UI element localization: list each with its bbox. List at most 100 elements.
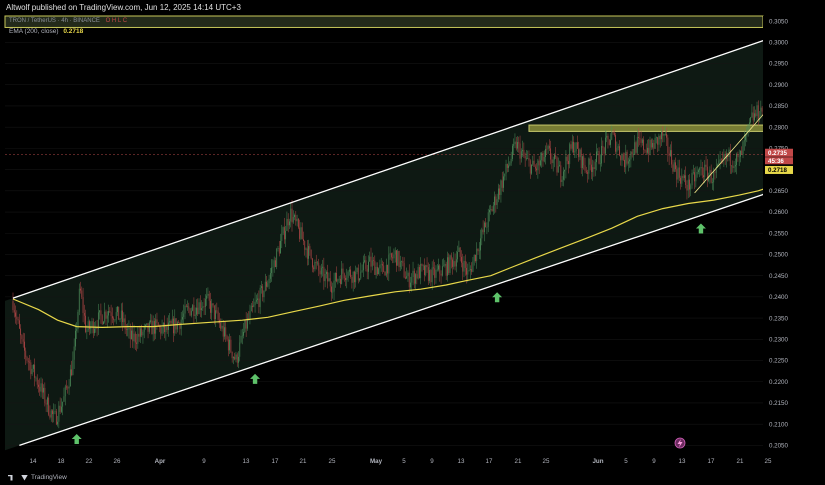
candle-body: [297, 218, 299, 228]
candle-body: [472, 261, 474, 272]
candle-body: [89, 321, 90, 329]
candle-body: [179, 322, 181, 329]
candle-body: [556, 157, 558, 173]
price-tick-label: 0.2200: [769, 379, 788, 386]
candle-body: [380, 264, 382, 265]
candle-body: [491, 209, 493, 212]
price-tick-label: 0.2850: [769, 103, 788, 110]
candle-body: [760, 107, 762, 118]
tradingview-logo-icon: [8, 474, 13, 481]
candle-body: [318, 262, 320, 271]
time-tick-label: 21: [300, 458, 307, 465]
candle-body: [528, 158, 530, 161]
candle-body: [453, 261, 455, 267]
candle-body: [178, 322, 180, 323]
ema-legend[interactable]: EMA (200, close) 0.2718: [9, 28, 83, 35]
candle-body: [522, 149, 523, 152]
candle-body: [355, 271, 357, 283]
candle-body: [529, 160, 531, 174]
candle-body: [16, 316, 18, 320]
candle-body: [452, 259, 453, 267]
tradingview-logo[interactable]: TradingView: [8, 474, 67, 481]
candle-body: [67, 387, 69, 389]
candle-body: [461, 256, 462, 263]
candle-body: [421, 263, 423, 266]
candle-body: [320, 267, 322, 275]
candle-body: [659, 135, 661, 140]
candle-body: [176, 322, 178, 330]
candle-body: [495, 196, 497, 206]
candle-body: [343, 273, 345, 278]
candle-body: [280, 240, 281, 254]
candle-body: [309, 246, 311, 250]
time-tick-label: 5: [624, 458, 628, 465]
candle-body: [290, 208, 292, 222]
candle-body: [621, 154, 623, 161]
candle-body: [624, 159, 625, 168]
candle-body: [569, 144, 571, 165]
candle-body: [573, 141, 574, 153]
candle-body: [63, 396, 65, 402]
candle-body: [462, 262, 464, 272]
candle-body: [738, 156, 740, 158]
candle-body: [258, 298, 260, 308]
time-tick-label: 14: [30, 458, 37, 465]
candle-body: [634, 142, 636, 155]
candle-body: [226, 336, 228, 340]
candle-body: [379, 264, 381, 269]
candle-body: [416, 274, 418, 279]
candle-body: [104, 311, 106, 322]
candle-body: [384, 271, 386, 276]
candle-body: [615, 135, 616, 152]
candle-body: [645, 150, 647, 153]
candle-body: [547, 145, 549, 150]
time-tick-label: 22: [86, 458, 93, 465]
candle-body: [649, 139, 651, 154]
candle-body: [407, 272, 409, 277]
candle-body: [541, 152, 543, 161]
candle-body: [690, 185, 692, 190]
price-chart[interactable]: 0.3050 0.3000 0.2950 0.2900 0.2850 0.2800 0.27…: [0, 0, 825, 485]
candle-body: [740, 150, 741, 157]
candle-body: [385, 264, 387, 276]
candle-body: [714, 172, 716, 174]
candle-body: [76, 328, 78, 331]
candle-body: [317, 262, 318, 264]
candle-body: [755, 113, 757, 117]
candle-body: [458, 247, 460, 252]
candle-body: [278, 248, 280, 254]
candle-body: [505, 163, 507, 174]
price-tick-label: 0.2500: [769, 252, 788, 259]
candle-body: [571, 141, 573, 149]
candle-body: [162, 322, 164, 328]
candle-body: [467, 270, 469, 275]
candle-body: [610, 139, 611, 145]
candle-body: [434, 268, 436, 278]
candle-body: [312, 258, 313, 268]
price-tick-label: 0.2400: [769, 294, 788, 301]
candle-body: [594, 162, 596, 170]
candle-body: [17, 319, 19, 321]
candle-body: [13, 310, 15, 313]
time-tick-label: 21: [737, 458, 744, 465]
candle-body: [72, 359, 74, 376]
candle-body: [534, 166, 536, 169]
candle-body: [732, 165, 734, 168]
candle-body: [602, 146, 604, 148]
candle-body: [296, 218, 298, 222]
candle-body: [499, 188, 501, 195]
candle-body: [333, 280, 335, 292]
candle-body: [682, 175, 684, 178]
candle-body: [49, 414, 51, 418]
candle-body: [50, 410, 52, 418]
candle-body: [225, 327, 227, 337]
candle-body: [264, 281, 266, 291]
candle-body: [82, 297, 84, 313]
candle-body: [54, 411, 56, 412]
candle-body: [626, 151, 628, 164]
candle-body: [701, 167, 703, 176]
candle-body: [426, 265, 428, 268]
candle-body: [684, 175, 685, 178]
candle-body: [579, 149, 581, 158]
candle-body: [580, 149, 582, 169]
